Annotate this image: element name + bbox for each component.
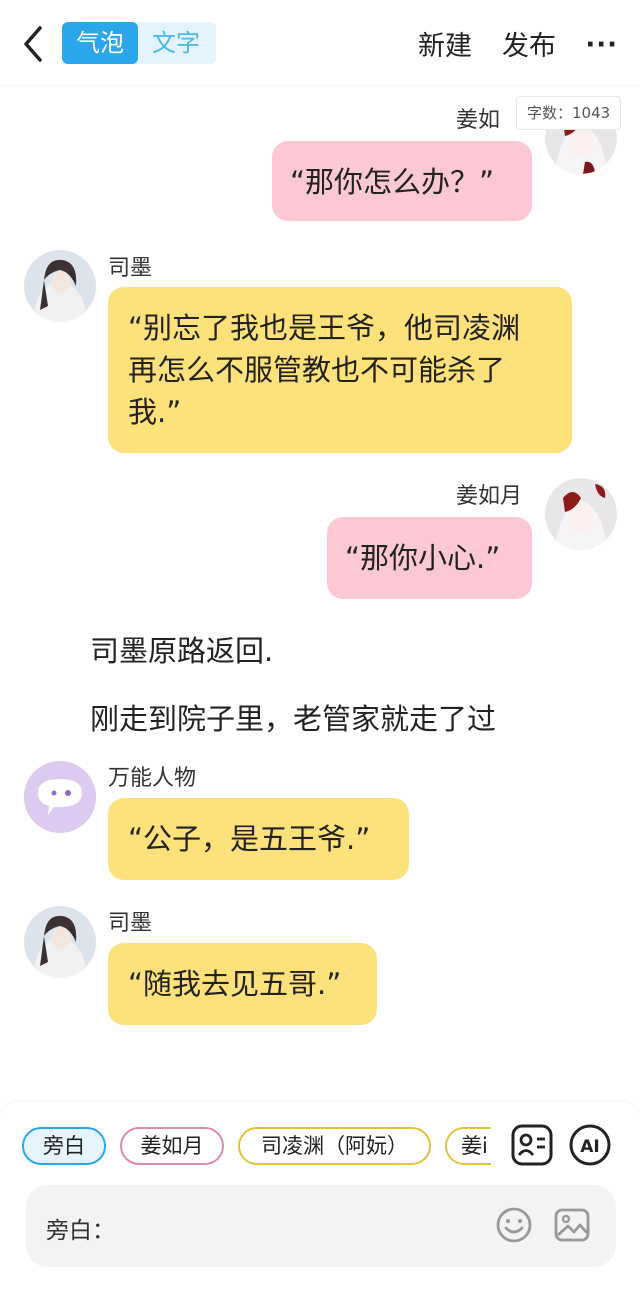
message-bubble[interactable]: “别忘了我也是王爷，他司凌渊 再怎么不服管教也不可能杀了 我.” <box>108 287 572 453</box>
narration-text: 司墨原路返回. <box>90 634 274 668</box>
role-card-icon[interactable] <box>510 1123 554 1167</box>
speaker-name: 司墨 <box>108 911 153 936</box>
more-dots-icon[interactable]: ··· <box>585 30 618 60</box>
svg-text:AI: AI <box>580 1137 599 1157</box>
bubble-line: “别忘了我也是王爷，他司凌渊 <box>128 311 521 345</box>
role-chip-jiangruyue[interactable]: 姜如月 <box>120 1127 224 1165</box>
role-chip-silingyuan[interactable]: 司凌渊（阿妧） <box>238 1127 431 1165</box>
mode-switch: 气泡 文字 <box>62 22 216 64</box>
back-arrow-icon[interactable] <box>18 24 50 64</box>
top-bar: 气泡 文字 新建 发布 ··· <box>0 0 640 86</box>
new-button[interactable]: 新建 <box>418 24 472 63</box>
input-role-label: 旁白： <box>46 1218 115 1244</box>
role-chip-partial[interactable]: 姜i <box>445 1127 491 1165</box>
word-count-badge: 字数：1043 <box>516 96 622 130</box>
image-icon[interactable] <box>552 1205 592 1245</box>
message-bubble[interactable]: “那你小心.” <box>327 517 532 599</box>
avatar-universal-character[interactable] <box>24 761 96 833</box>
publish-button[interactable]: 发布 <box>502 24 556 63</box>
bubble-line: 再怎么不服管教也不可能杀了 <box>128 353 506 387</box>
narration-text: 刚走到院子里，老管家就走了过 <box>90 702 497 736</box>
message-bubble[interactable]: “那你怎么办？” <box>272 141 532 221</box>
speaker-name: 万能人物 <box>108 766 197 791</box>
tab-bubble[interactable]: 气泡 <box>62 22 138 64</box>
emoji-icon[interactable] <box>494 1205 534 1245</box>
bubble-line: 我.” <box>128 395 182 429</box>
speaker-name: 姜如月 <box>456 484 523 509</box>
avatar-simo[interactable] <box>24 906 96 978</box>
message-bubble[interactable]: “随我去见五哥.” <box>108 943 377 1025</box>
message-input-box: 旁白： <box>26 1185 616 1267</box>
role-chip-narrator[interactable]: 旁白 <box>22 1127 106 1165</box>
tab-text[interactable]: 文字 <box>138 22 214 64</box>
speaker-name: 姜如 <box>456 108 501 133</box>
compose-panel: 旁白 姜如月 司凌渊（阿妧） 姜i AI 旁白： <box>0 1100 640 1292</box>
speaker-name: 司墨 <box>108 256 153 281</box>
avatar-simo[interactable] <box>24 250 96 322</box>
avatar-jiangruyue[interactable] <box>545 478 617 550</box>
message-input[interactable] <box>114 1203 494 1247</box>
ai-icon[interactable]: AI <box>568 1123 612 1167</box>
message-bubble[interactable]: “公子，是五王爷.” <box>108 798 409 880</box>
